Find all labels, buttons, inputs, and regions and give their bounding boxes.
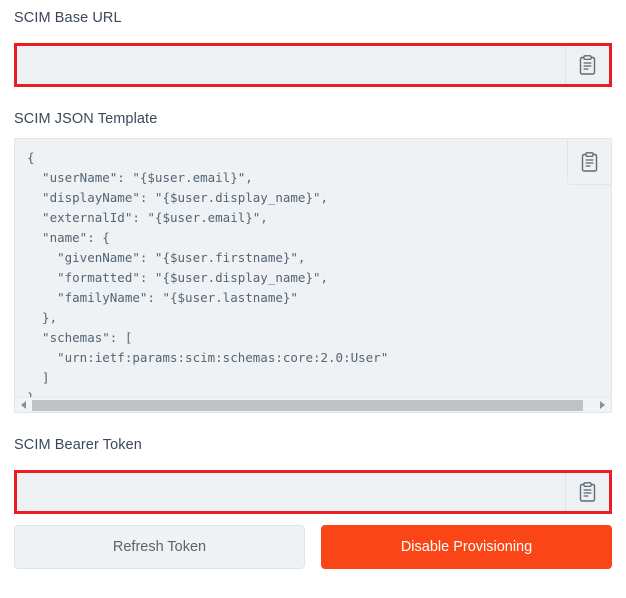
spacer-base-url — [14, 26, 612, 43]
action-button-row: Refresh Token Disable Provisioning — [14, 524, 612, 569]
scim-json-template-copy-button[interactable] — [567, 139, 611, 185]
clipboard-icon — [579, 54, 596, 75]
scim-base-url-copy-button[interactable] — [565, 45, 609, 84]
scrollbar-thumb[interactable] — [32, 399, 583, 411]
scim-base-url-input[interactable] — [17, 45, 565, 84]
scim-json-horizontal-scrollbar[interactable] — [15, 397, 611, 412]
clipboard-icon — [581, 151, 598, 172]
spacer-token-field — [14, 453, 612, 470]
spacer-buttons — [14, 514, 612, 525]
disable-provisioning-button[interactable]: Disable Provisioning — [321, 524, 612, 569]
scim-base-url-field-group — [14, 42, 612, 87]
refresh-token-button[interactable]: Refresh Token — [14, 524, 305, 569]
scim-bearer-token-label: SCIM Bearer Token — [14, 437, 142, 453]
scim-provisioning-panel: SCIM Base URL SCIM JSON Template { "user… — [0, 0, 626, 598]
scim-bearer-token-field-group — [14, 469, 612, 514]
scim-bearer-token-input[interactable] — [17, 472, 565, 511]
spacer-json-label — [14, 87, 612, 112]
clipboard-icon — [579, 481, 596, 502]
scim-json-template-box: { "userName": "{$user.email}", "displayN… — [14, 138, 612, 413]
scroll-right-arrow-icon[interactable] — [596, 399, 609, 412]
scim-json-template-label: SCIM JSON Template — [14, 110, 158, 127]
scroll-left-arrow-icon[interactable] — [17, 399, 30, 412]
scim-bearer-token-copy-button[interactable] — [565, 472, 609, 511]
spacer-token-label — [14, 413, 612, 438]
scrollbar-track[interactable] — [32, 399, 594, 411]
scim-base-url-label: SCIM Base URL — [14, 10, 122, 26]
spacer-json-box — [14, 126, 612, 138]
scim-json-template-textarea[interactable]: { "userName": "{$user.email}", "displayN… — [15, 139, 611, 397]
